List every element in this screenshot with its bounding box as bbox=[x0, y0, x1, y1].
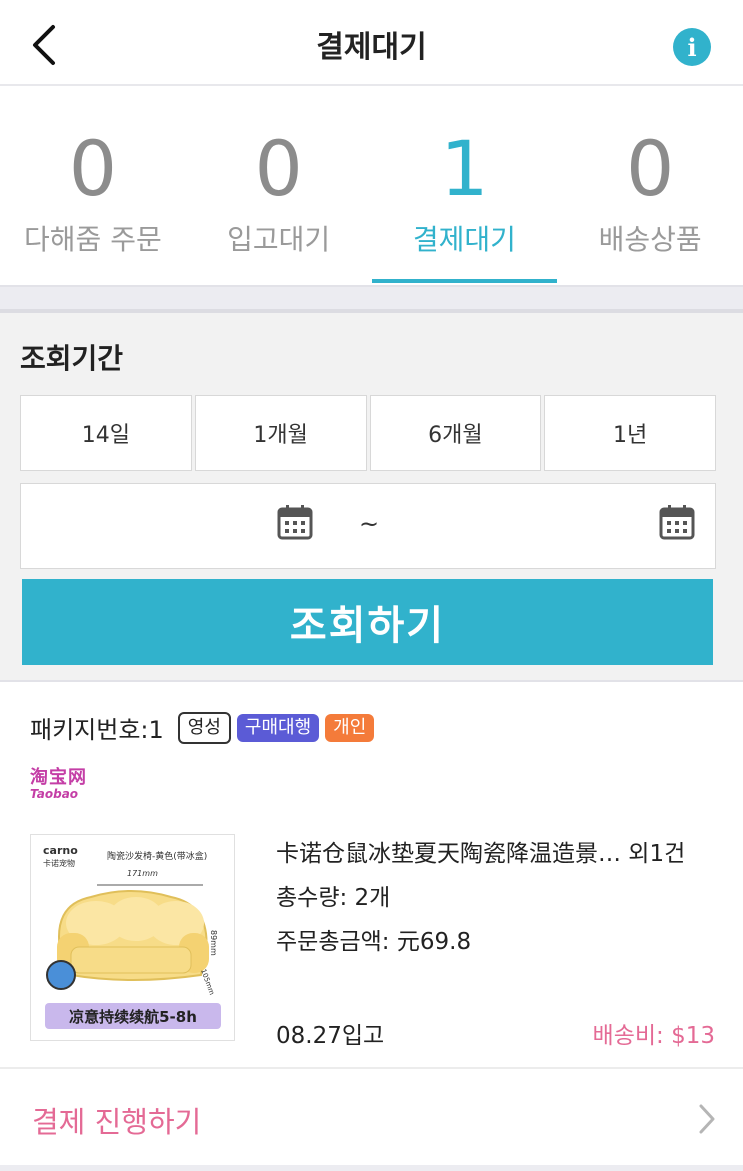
product-image[interactable]: carno 卡诺宠物 陶瓷沙发椅-黄色(带冰盒) 171mm 89mm 105m… bbox=[30, 834, 235, 1041]
sofa-illustration: 89mm 105mm bbox=[46, 884, 218, 996]
search-button[interactable]: 조회하기 bbox=[22, 579, 713, 665]
date-range-field[interactable]: ~ bbox=[20, 483, 716, 569]
period-section: 조회기간 14일 1개월 6개월 1년 ~ 조회하기 bbox=[0, 285, 743, 680]
date-separator: ~ bbox=[359, 510, 380, 538]
chevron-right-icon bbox=[699, 1104, 715, 1134]
bottom-divider bbox=[0, 1165, 743, 1171]
period-options: 14일 1개월 6개월 1년 bbox=[20, 395, 716, 471]
period-6months-button[interactable]: 6개월 bbox=[369, 395, 542, 471]
package-header: 패키지번호:1 영성 구매대행 개인 bbox=[30, 710, 375, 745]
tab-label: 다해줌 주문 bbox=[24, 223, 162, 256]
period-1year-button[interactable]: 1년 bbox=[544, 395, 716, 471]
app-header: 결제대기 i bbox=[0, 0, 743, 86]
tab-count: 1 bbox=[440, 124, 489, 213]
taobao-logo: 淘宝网 Taobao bbox=[30, 767, 87, 801]
service-badge: 구매대행 bbox=[236, 713, 320, 742]
calendar-icon[interactable] bbox=[659, 504, 695, 540]
page-title: 결제대기 bbox=[316, 30, 427, 65]
period-title: 조회기간 bbox=[20, 342, 124, 375]
period-panel: 조회기간 14일 1개월 6개월 1년 ~ 조회하기 bbox=[0, 309, 743, 680]
tab-label: 배송상품 bbox=[598, 223, 702, 256]
tab-count: 0 bbox=[68, 124, 118, 213]
shipping-fee: 배송비: $13 bbox=[592, 1023, 715, 1049]
product-image-banner: 凉意持续续航5-8h bbox=[45, 1003, 221, 1029]
proceed-payment-label: 결제 진행하기 bbox=[32, 1105, 202, 1139]
svg-text:89mm: 89mm bbox=[209, 930, 218, 956]
status-badge: 영성 bbox=[177, 711, 231, 744]
tab-awaiting-payment[interactable]: 1 결제대기 bbox=[371, 88, 558, 285]
tab-dahaejum-order[interactable]: 0 다해줌 주문 bbox=[0, 88, 186, 285]
package-card: 패키지번호:1 영성 구매대행 개인 淘宝网 Taobao carno 卡诺宠物… bbox=[0, 680, 743, 1067]
arrival-date: 08.27입고 bbox=[276, 1023, 385, 1049]
tab-label: 결제대기 bbox=[412, 223, 516, 256]
package-number-label: 패키지번호:1 bbox=[30, 716, 164, 744]
info-icon[interactable]: i bbox=[673, 28, 711, 66]
order-total: 주문총금액: 元69.8 bbox=[276, 929, 472, 955]
type-badge: 개인 bbox=[325, 713, 375, 742]
tab-shipping-items[interactable]: 0 배송상품 bbox=[557, 88, 743, 285]
order-status-tabs: 0 다해줌 주문 0 입고대기 1 결제대기 0 배송상품 bbox=[0, 88, 743, 285]
proceed-payment-row[interactable]: 결제 진행하기 bbox=[0, 1067, 743, 1167]
svg-text:105mm: 105mm bbox=[199, 968, 216, 996]
period-14days-button[interactable]: 14일 bbox=[20, 395, 192, 471]
product-name[interactable]: 卡诺仓鼠冰垫夏天陶瓷降温造景… 외1건 bbox=[276, 834, 685, 868]
period-1month-button[interactable]: 1개월 bbox=[194, 395, 367, 471]
calendar-icon[interactable] bbox=[277, 504, 313, 540]
product-quantity: 총수량: 2개 bbox=[276, 885, 391, 911]
tab-label: 입고대기 bbox=[227, 223, 331, 256]
tab-count: 0 bbox=[625, 124, 675, 213]
tab-awaiting-arrival[interactable]: 0 입고대기 bbox=[186, 88, 372, 285]
tab-count: 0 bbox=[254, 124, 303, 213]
